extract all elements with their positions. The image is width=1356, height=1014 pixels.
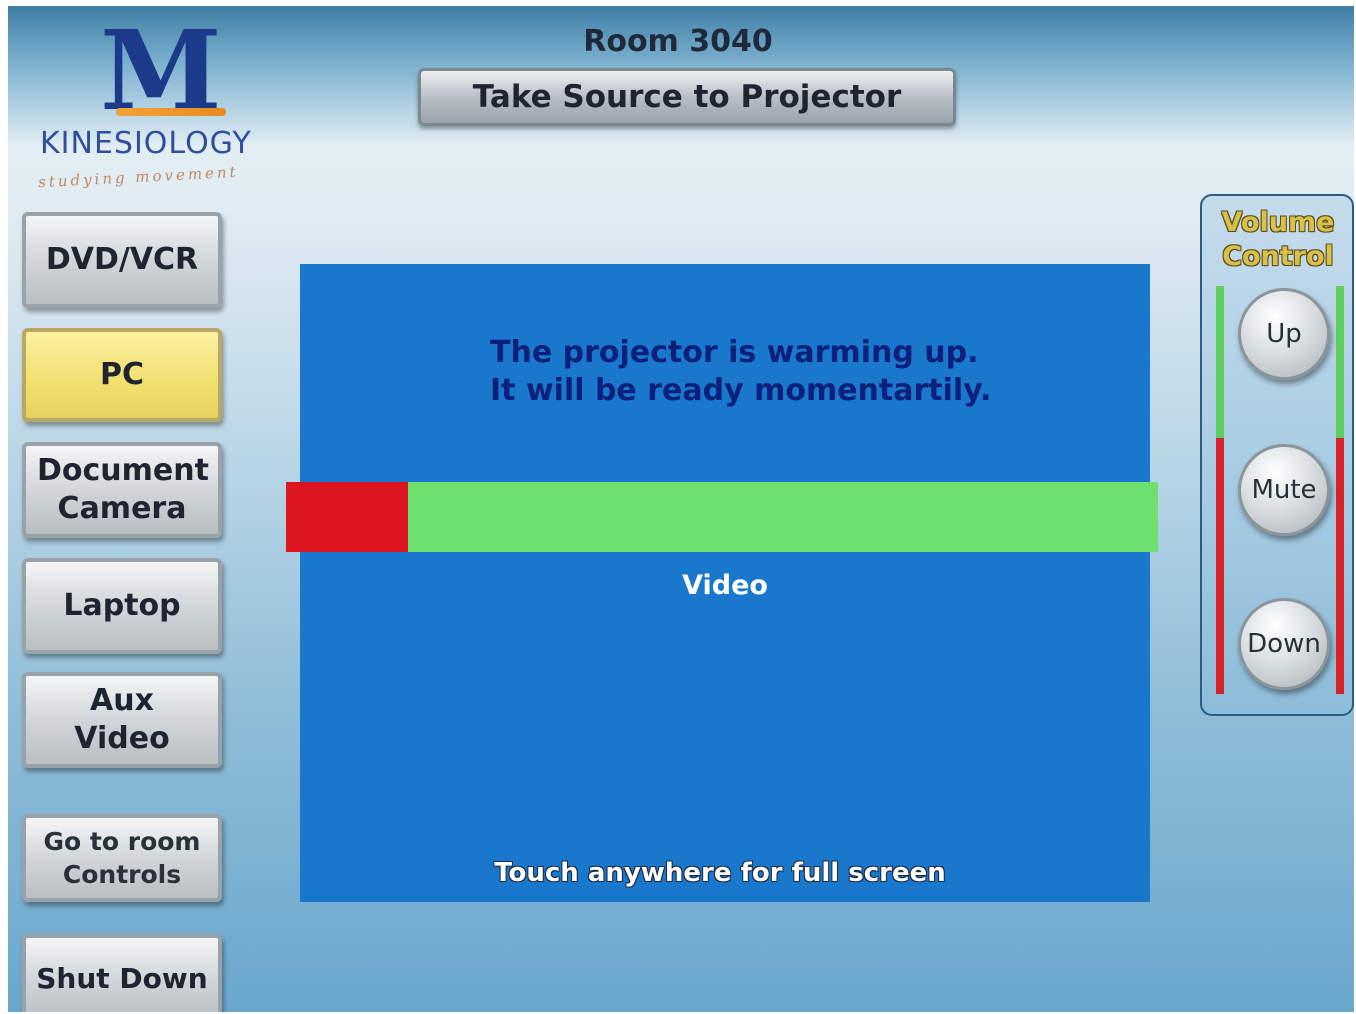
volume-mute-button[interactable]: Mute (1238, 444, 1330, 536)
logo-swoosh (116, 108, 226, 116)
take-source-to-projector-button[interactable]: Take Source to Projector (418, 68, 956, 126)
laptop-button[interactable]: Laptop (22, 558, 222, 654)
kinesiology-logo: M KINESIOLOGY studying movement (28, 16, 278, 196)
aux-video-button[interactable]: Aux Video (22, 672, 222, 768)
room-controls-button[interactable]: Go to room Controls (22, 814, 222, 902)
dvd-vcr-label: DVD/VCR (45, 242, 199, 277)
volume-meter-left (1216, 286, 1224, 694)
logo-tagline: studying movement (37, 162, 240, 192)
volume-up-label: Up (1266, 319, 1302, 349)
volume-mute-label: Mute (1251, 475, 1317, 505)
document-camera-label: Document Camera (37, 453, 209, 526)
meter-green-segment (1336, 286, 1344, 438)
volume-meter-right (1336, 286, 1344, 694)
preview-panel[interactable]: The projector is warming up. It will be … (300, 264, 1150, 902)
volume-title: Volume Control (1202, 206, 1354, 274)
warmup-message: The projector is warming up. It will be … (490, 334, 991, 410)
warmup-progress-bar (286, 482, 1158, 552)
volume-title-line2: Control (1222, 241, 1334, 272)
input-label: Video (682, 570, 768, 601)
pc-button[interactable]: PC (22, 328, 222, 422)
volume-up-button[interactable]: Up (1238, 288, 1330, 380)
shut-down-button[interactable]: Shut Down (22, 934, 222, 1012)
warmup-progress-fill (286, 482, 409, 552)
warmup-message-line2: It will be ready momentartily. (490, 373, 992, 408)
document-camera-button[interactable]: Document Camera (22, 442, 222, 538)
touch-panel-screen: M KINESIOLOGY studying movement Room 304… (8, 6, 1354, 1012)
volume-control-panel: Volume Control Up Mute Down (1200, 194, 1354, 716)
volume-down-label: Down (1247, 629, 1321, 659)
shut-down-label: Shut Down (36, 962, 208, 995)
volume-title-line1: Volume (1221, 207, 1335, 238)
warmup-message-line1: The projector is warming up. (490, 335, 979, 370)
logo-text: KINESIOLOGY (40, 126, 252, 161)
dvd-vcr-button[interactable]: DVD/VCR (22, 212, 222, 308)
laptop-label: Laptop (63, 588, 181, 623)
room-controls-label: Go to room Controls (43, 827, 201, 889)
meter-red-segment (1336, 438, 1344, 694)
volume-down-button[interactable]: Down (1238, 598, 1330, 690)
touch-hint: Touch anywhere for full screen (494, 858, 946, 888)
aux-video-label: Aux Video (74, 683, 170, 756)
meter-green-segment (1216, 286, 1224, 438)
pc-label: PC (99, 357, 144, 392)
meter-red-segment (1216, 438, 1224, 694)
room-title: Room 3040 (583, 24, 773, 59)
